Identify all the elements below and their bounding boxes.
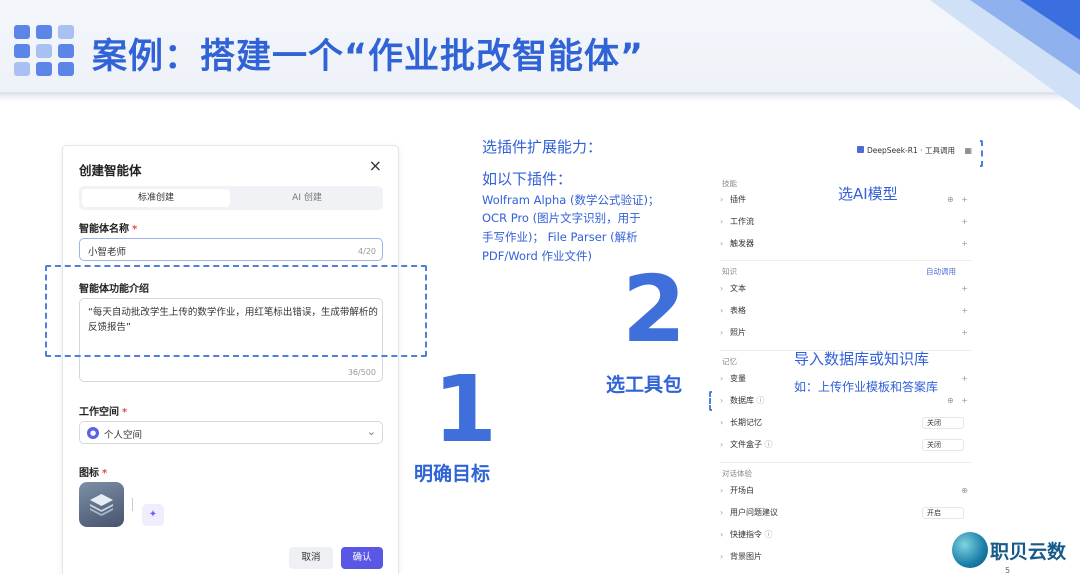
workspace-value: 个人空间 <box>104 430 143 441</box>
model-note: 选AI模型 <box>838 185 898 203</box>
create-mode-tabs: 标准创建 AI 创建 <box>79 186 383 210</box>
row-text[interactable]: › 文本 + <box>720 280 972 298</box>
row-trigger[interactable]: › 触发器 + <box>720 235 972 253</box>
agent-name-count: 4/20 <box>358 247 376 256</box>
model-settings-icon[interactable]: ▦ <box>964 146 972 155</box>
row-opening[interactable]: › 开场白 ⊕ <box>720 482 972 500</box>
create-agent-dialog: 创建智能体 × 标准创建 AI 创建 智能体名称 * 小智老师 4/20 智能体功… <box>62 145 399 574</box>
db-note-heading: 导入数据库或知识库 <box>794 350 930 368</box>
model-cube-icon <box>857 146 864 153</box>
step-one-caption: 明确目标 <box>414 463 491 485</box>
step-one-number: 1 <box>433 356 498 463</box>
workspace-label: 工作空间 * <box>79 407 128 418</box>
panel-divider <box>720 260 972 261</box>
section-skills: 技能 <box>722 179 737 188</box>
page-number: 5 <box>1005 566 1011 574</box>
db-note-sub: 如：上传作业模板和答案库 <box>794 380 939 394</box>
slide-logo-icon <box>14 25 74 77</box>
layers-icon <box>90 494 113 516</box>
cancel-button[interactable]: 取消 <box>289 547 333 569</box>
tab-ai-create[interactable]: AI 创建 <box>234 189 380 207</box>
tab-standard-create[interactable]: 标准创建 <box>82 189 230 207</box>
close-icon[interactable]: × <box>369 156 382 175</box>
file-box-select[interactable]: 关闭 <box>922 439 964 451</box>
agent-name-label: 智能体名称 * <box>79 224 138 235</box>
row-workflow[interactable]: › 工作流 + <box>720 213 972 231</box>
row-table[interactable]: › 表格 + <box>720 302 972 320</box>
agent-name-value: 小智老师 <box>88 247 127 258</box>
chevron-down-icon: ⌄ <box>366 425 376 438</box>
row-long-memory[interactable]: › 长期记忆 关闭 <box>720 414 972 432</box>
model-selector[interactable]: DeepSeek-R1 · 工具调用 <box>847 142 975 160</box>
ai-generate-icon[interactable]: ✦ <box>142 504 164 526</box>
corner-decoration <box>930 0 1080 110</box>
step-two-caption: 选工具包 <box>606 374 683 396</box>
row-photo[interactable]: › 照片 + <box>720 324 972 342</box>
plugins-line-2: OCR Pro (图片文字识别，用于 <box>482 211 641 225</box>
brand-name: 职贝云数 <box>990 541 1067 563</box>
avatar-divider <box>132 498 133 511</box>
icon-label: 图标 * <box>79 468 108 479</box>
plugins-line-4: PDF/Word 作业文件) <box>482 249 592 263</box>
section-dialog-experience: 对话体验 <box>722 469 752 478</box>
workspace-select[interactable]: ● 个人空间 ⌄ <box>79 421 383 444</box>
dialog-title: 创建智能体 <box>79 163 142 178</box>
agent-name-input[interactable]: 小智老师 4/20 <box>79 238 383 261</box>
agent-desc-count: 36/500 <box>347 368 376 377</box>
section-memory: 记忆 <box>722 357 737 366</box>
auto-call-toggle[interactable]: 自动调用 <box>926 266 956 277</box>
row-shortcut[interactable]: › 快捷指令 ⓘ <box>720 526 972 544</box>
row-bg-image[interactable]: › 背景图片 <box>720 548 972 566</box>
desc-highlight-box <box>45 265 427 357</box>
step-two-number: 2 <box>622 256 687 363</box>
agent-avatar[interactable] <box>79 482 124 527</box>
plugins-subheading: 如以下插件： <box>482 170 573 188</box>
globe-icon <box>952 532 988 568</box>
section-knowledge: 知识 <box>722 267 737 276</box>
panel-divider <box>720 462 972 463</box>
brand-logo: 职贝云数 <box>952 528 1080 574</box>
row-file-box[interactable]: › 文件盒子 ⓘ 关闭 <box>720 436 972 454</box>
user-icon: ● <box>87 427 99 439</box>
plugins-heading: 选插件扩展能力： <box>482 138 603 156</box>
user-suggest-select[interactable]: 开启 <box>922 507 964 519</box>
plugins-line-3: 手写作业)； File Parser (解析 <box>482 230 638 244</box>
long-memory-select[interactable]: 关闭 <box>922 417 964 429</box>
confirm-button[interactable]: 确认 <box>341 547 383 569</box>
plugin-add-icon[interactable]: ⊕ + <box>947 191 968 209</box>
plugins-line-1: Wolfram Alpha (数学公式验证)； <box>482 193 660 207</box>
row-user-suggest[interactable]: › 用户问题建议 开启 <box>720 504 972 522</box>
slide-title: 案例：搭建一个“作业批改智能体” <box>92 37 645 77</box>
